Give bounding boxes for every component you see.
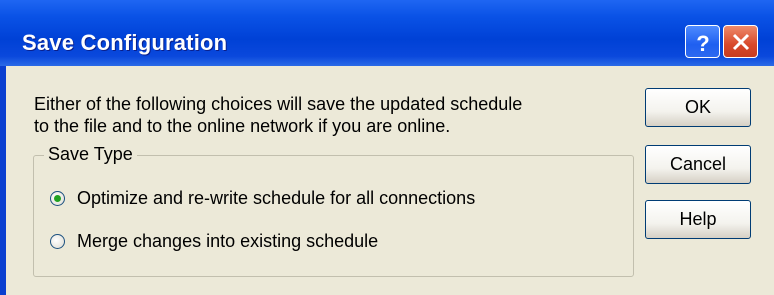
close-x-icon bbox=[732, 33, 750, 51]
intro-message: Either of the following choices will sav… bbox=[34, 93, 634, 137]
radio-label-merge[interactable]: Merge changes into existing schedule bbox=[77, 231, 378, 252]
cancel-button[interactable]: Cancel bbox=[645, 145, 751, 184]
title-close-button[interactable] bbox=[723, 25, 758, 58]
radio-label-optimize[interactable]: Optimize and re-write schedule for all c… bbox=[77, 188, 475, 209]
help-button[interactable]: Help bbox=[645, 200, 751, 239]
intro-line-2: to the file and to the online network if… bbox=[34, 116, 451, 136]
save-type-group-label: Save Type bbox=[44, 144, 137, 165]
dialog-title: Save Configuration bbox=[22, 30, 228, 55]
radio-button-optimize[interactable] bbox=[50, 190, 65, 206]
save-type-group bbox=[33, 155, 634, 277]
title-bar[interactable]: Save Configuration ? bbox=[0, 0, 774, 66]
radio-button-merge[interactable] bbox=[50, 233, 65, 249]
intro-line-1: Either of the following choices will sav… bbox=[34, 94, 523, 114]
ok-button[interactable]: OK bbox=[645, 88, 751, 127]
title-help-button[interactable]: ? bbox=[685, 25, 720, 58]
radio-option-merge[interactable]: Merge changes into existing schedule bbox=[50, 229, 378, 253]
radio-option-optimize[interactable]: Optimize and re-write schedule for all c… bbox=[50, 186, 475, 210]
svg-text:?: ? bbox=[696, 31, 709, 56]
dialog-window: Save Configuration ? Either of the follo… bbox=[0, 0, 774, 295]
question-mark-icon: ? bbox=[696, 31, 709, 56]
dialog-body: Either of the following choices will sav… bbox=[6, 66, 774, 295]
